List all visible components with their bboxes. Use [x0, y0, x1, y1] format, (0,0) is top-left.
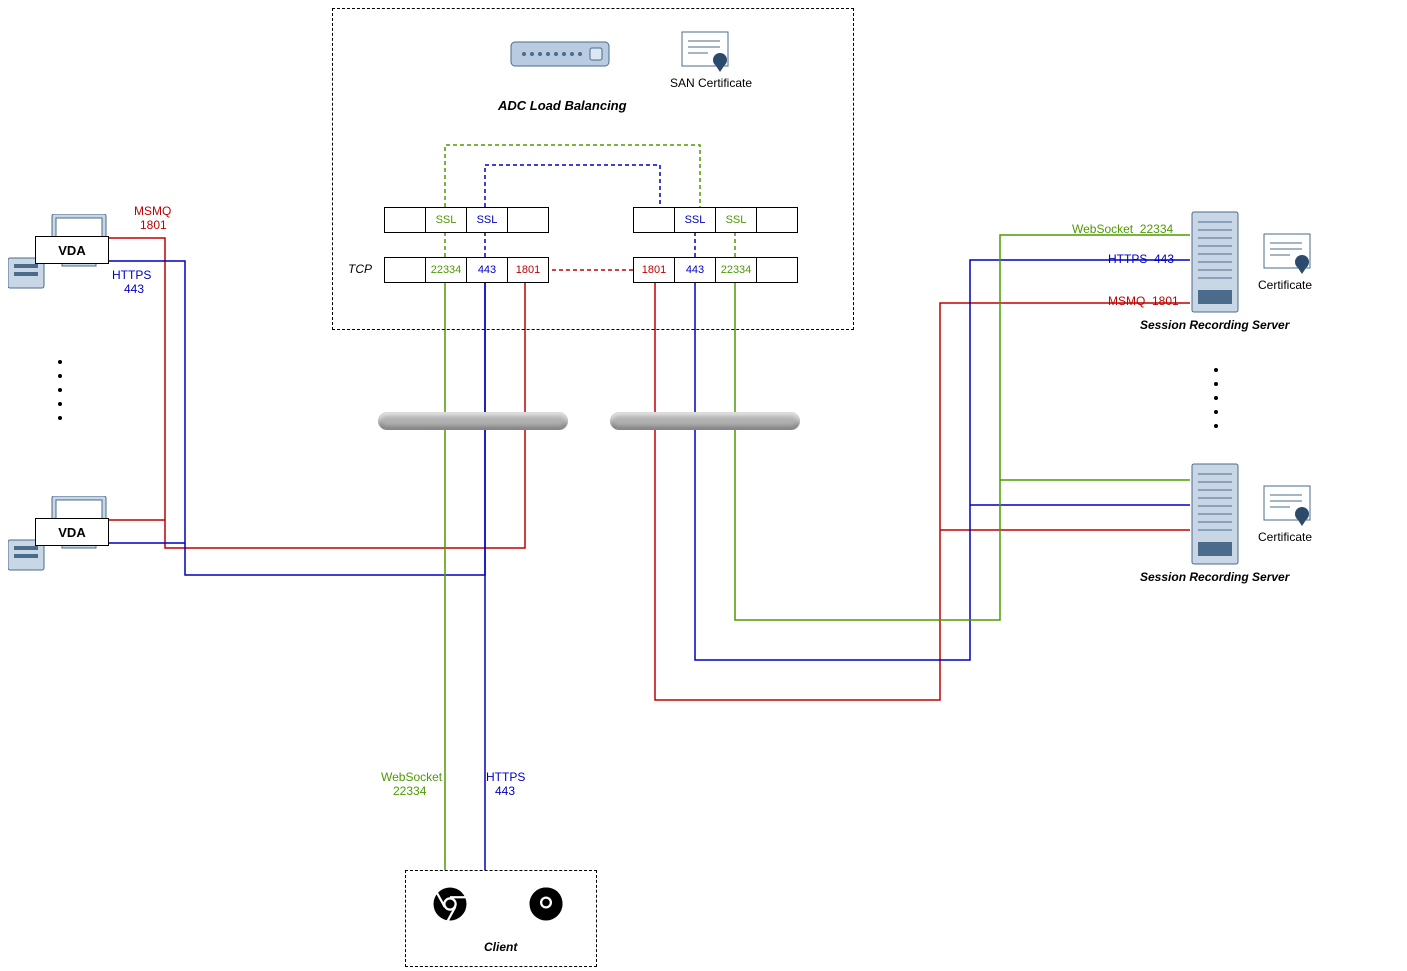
ws-label: WebSocket 22334 — [1072, 222, 1173, 236]
srs-label: Session Recording Server — [1140, 318, 1289, 332]
port-label: 1801 — [140, 218, 167, 232]
certificate-icon — [1262, 484, 1312, 526]
firefox-icon — [528, 886, 564, 922]
adc-title: ADC Load Balancing — [498, 98, 627, 113]
msmq-label: MSMQ — [134, 204, 171, 218]
cert-label: Certificate — [1258, 278, 1312, 292]
ssl-cell: SSL — [425, 207, 467, 233]
tcp-label: TCP — [348, 262, 372, 276]
tcp-cell — [384, 257, 426, 283]
tcp-cell: 22334 — [425, 257, 467, 283]
https-label: HTTPS 443 — [1108, 252, 1174, 266]
appliance-icon — [510, 36, 610, 72]
ellipsis-icon — [1212, 358, 1220, 438]
port-label: 443 — [124, 282, 144, 296]
ssl-cell — [756, 207, 798, 233]
msmq-label: MSMQ 1801 — [1108, 294, 1179, 308]
ssl-cell: SSL — [674, 207, 716, 233]
san-cert-label: SAN Certificate — [670, 76, 752, 90]
https-label: HTTPS — [112, 268, 151, 282]
ssl-cell — [633, 207, 675, 233]
certificate-icon — [680, 30, 730, 72]
chrome-icon — [432, 886, 468, 922]
ssl-cell: SSL — [466, 207, 508, 233]
server-icon — [1190, 210, 1240, 316]
ws-label: WebSocket — [381, 770, 442, 784]
https-label: HTTPS — [486, 770, 525, 784]
vda-label: VDA — [58, 525, 85, 540]
srs-label: Session Recording Server — [1140, 570, 1289, 584]
vda-box: VDA — [35, 236, 109, 264]
vda-box: VDA — [35, 518, 109, 546]
pipe — [610, 412, 800, 430]
tcp-cell: 443 — [466, 257, 508, 283]
pipe — [378, 412, 568, 430]
port-label: 443 — [495, 784, 515, 798]
vda-label: VDA — [58, 243, 85, 258]
ssl-cell — [507, 207, 549, 233]
ellipsis-icon — [56, 350, 64, 430]
ssl-cell — [384, 207, 426, 233]
tcp-cell: 443 — [674, 257, 716, 283]
client-label: Client — [484, 940, 517, 954]
port-label: 22334 — [393, 784, 426, 798]
tcp-cell: 22334 — [715, 257, 757, 283]
certificate-icon — [1262, 232, 1312, 274]
ssl-cell: SSL — [715, 207, 757, 233]
tcp-cell: 1801 — [633, 257, 675, 283]
cert-label: Certificate — [1258, 530, 1312, 544]
tcp-cell: 1801 — [507, 257, 549, 283]
server-icon — [1190, 462, 1240, 568]
tcp-cell — [756, 257, 798, 283]
